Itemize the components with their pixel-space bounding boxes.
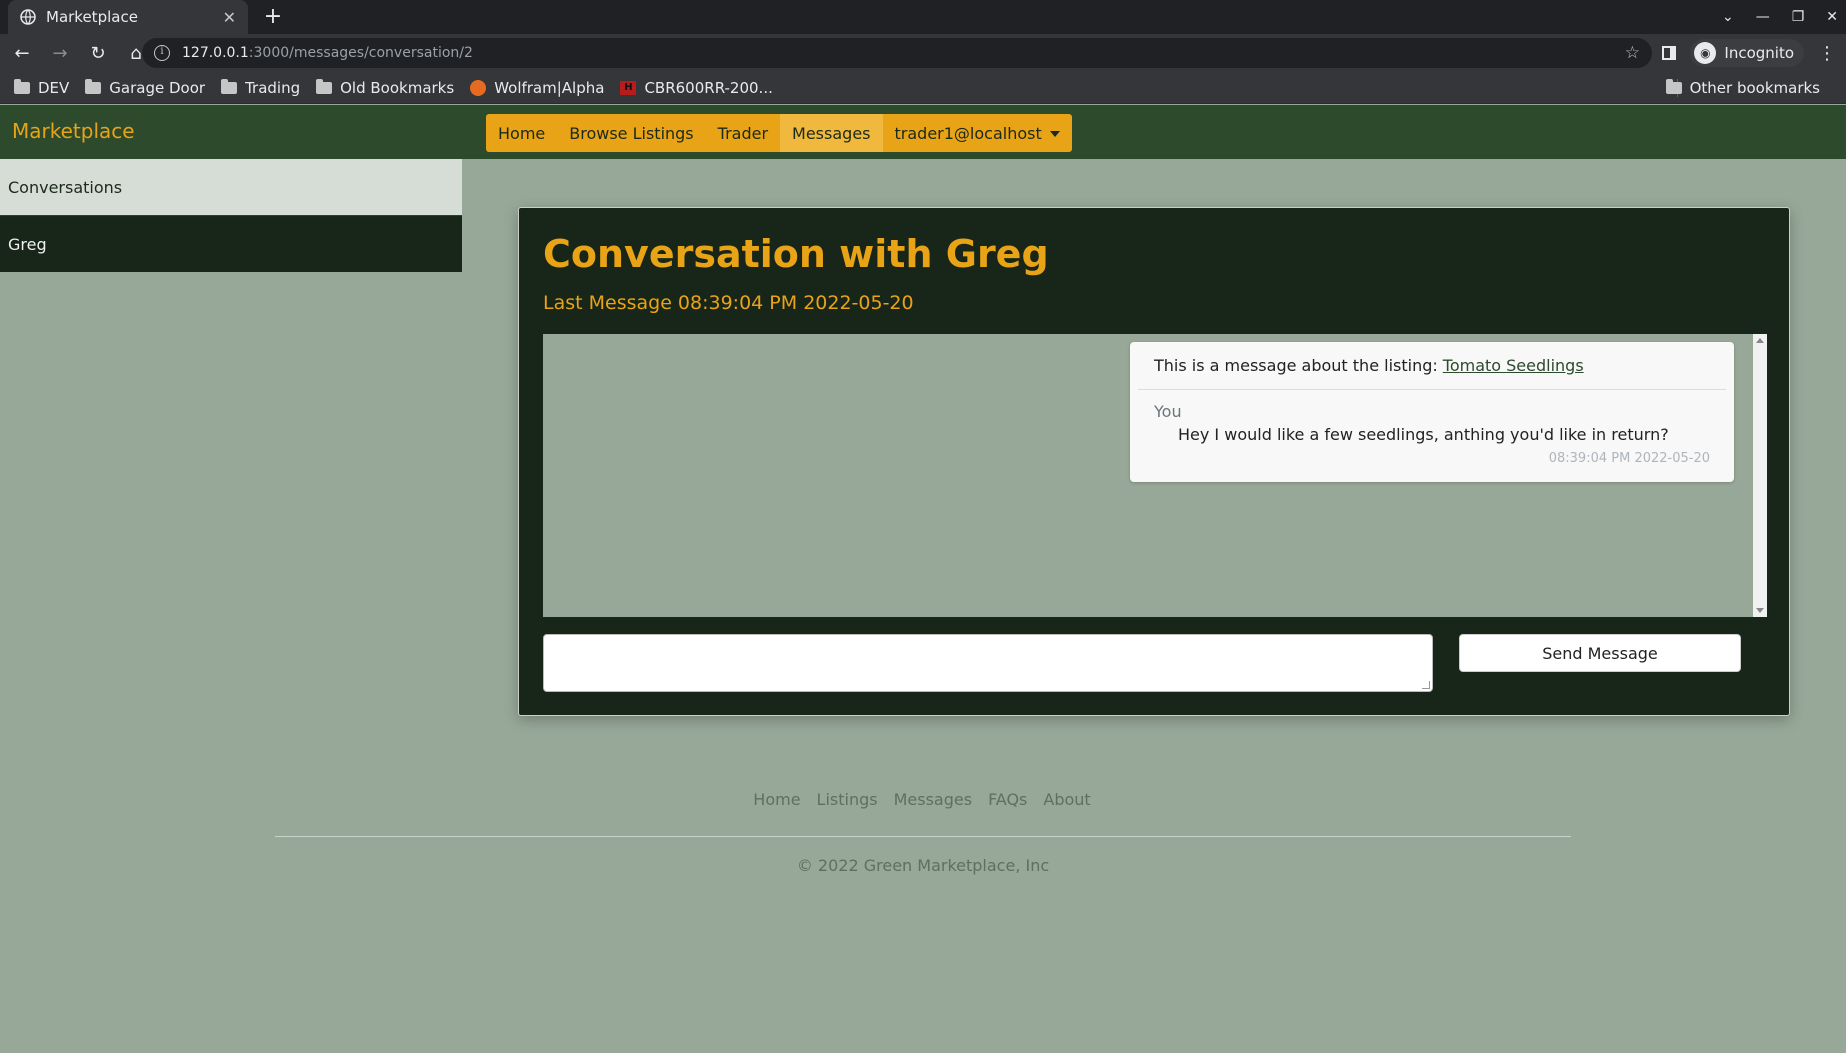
site-navbar: Marketplace Home Browse Listings Trader …: [0, 105, 1846, 159]
side-panel-icon[interactable]: [1662, 46, 1677, 60]
site-info-icon[interactable]: i: [154, 45, 170, 61]
conversation-panel: Conversation with Greg Last Message 08:3…: [518, 207, 1790, 716]
last-message-timestamp: Last Message 08:39:04 PM 2022-05-20: [543, 292, 914, 314]
message-list[interactable]: This is a message about the listing: Tom…: [543, 334, 1767, 617]
bookmark-folder[interactable]: Trading: [221, 78, 301, 97]
bookmark-label: Trading: [245, 78, 301, 97]
bookmark-label: Old Bookmarks: [340, 78, 455, 97]
footer-links: Home Listings Messages FAQs About: [0, 790, 1846, 809]
folder-icon: [221, 78, 238, 94]
bookmarks-bar: DEV Garage Door Trading Old Bookmarks Wo…: [0, 72, 1846, 104]
browser-tab-bar: Marketplace ✕ + ⌄ — ❐ ✕: [0, 0, 1846, 34]
footer-link-home[interactable]: Home: [753, 790, 800, 809]
other-bookmarks[interactable]: Other bookmarks: [1665, 78, 1820, 97]
browser-menu-icon[interactable]: ⋮: [1818, 43, 1836, 64]
browser-tab[interactable]: Marketplace ✕: [8, 0, 248, 34]
incognito-icon: ◉: [1694, 42, 1717, 64]
footer-link-faqs[interactable]: FAQs: [988, 790, 1027, 809]
sidebar-header: Conversations: [0, 159, 462, 215]
footer-link-messages[interactable]: Messages: [894, 790, 972, 809]
account-label: trader1@localhost: [894, 123, 1042, 143]
restore-icon[interactable]: ❐: [1792, 9, 1805, 25]
globe-icon: [20, 9, 36, 25]
bookmark-label: Garage Door: [109, 78, 206, 97]
bookmark-label: Wolfram|Alpha: [494, 78, 605, 97]
message-card: This is a message about the listing: Tom…: [1130, 342, 1734, 482]
message-sender: You: [1154, 402, 1182, 421]
message-listing-header: This is a message about the listing: Tom…: [1138, 342, 1726, 390]
bookmark-link[interactable]: Wolfram|Alpha: [470, 79, 604, 97]
browser-toolbar: ← → ↻ ⌂ i 127.0.0.1:3000/messages/conver…: [0, 34, 1846, 72]
listing-prefix: This is a message about the listing:: [1154, 356, 1438, 375]
listing-link[interactable]: Tomato Seedlings: [1443, 356, 1584, 375]
back-icon[interactable]: ←: [6, 37, 38, 69]
close-tab-icon[interactable]: ✕: [223, 8, 236, 27]
conversations-sidebar: Conversations Greg: [0, 159, 462, 272]
toolbar-right: ◉ Incognito ⋮: [1662, 38, 1836, 68]
message-time: 08:39:04 PM 2022-05-20: [1548, 451, 1710, 466]
tab-search-icon[interactable]: ⌄: [1722, 9, 1734, 25]
bookmark-star-icon[interactable]: ☆: [1625, 43, 1640, 63]
caret-down-icon: [1049, 131, 1060, 137]
sidebar-item-greg[interactable]: Greg: [0, 215, 462, 272]
account-dropdown[interactable]: trader1@localhost: [883, 114, 1072, 152]
nav-messages[interactable]: Messages: [780, 114, 883, 152]
folder-icon: [316, 78, 333, 94]
bookmark-folder[interactable]: DEV: [14, 78, 70, 97]
footer-link-listings[interactable]: Listings: [817, 790, 878, 809]
forward-icon[interactable]: →: [44, 37, 76, 69]
new-tab-icon[interactable]: +: [260, 4, 286, 30]
incognito-label: Incognito: [1724, 44, 1794, 62]
reload-icon[interactable]: ↻: [82, 37, 114, 69]
footer-divider: [275, 836, 1571, 837]
incognito-badge[interactable]: ◉ Incognito: [1690, 39, 1804, 67]
folder-icon: [1665, 78, 1682, 94]
footer-link-about[interactable]: About: [1043, 790, 1090, 809]
folder-icon: [85, 78, 102, 94]
nav-browse-listings[interactable]: Browse Listings: [557, 114, 705, 152]
resize-handle-icon[interactable]: [1422, 681, 1430, 689]
wolfram-icon: [470, 79, 487, 96]
message-scrollbar[interactable]: [1753, 334, 1767, 617]
bookmark-folder[interactable]: Old Bookmarks: [316, 78, 455, 97]
nav-home[interactable]: Home: [486, 114, 557, 152]
nav-trader[interactable]: Trader: [706, 114, 780, 152]
window-controls: ⌄ — ❐ ✕: [1722, 0, 1838, 34]
message-input[interactable]: [543, 634, 1433, 692]
brand-logo[interactable]: Marketplace: [12, 119, 135, 143]
close-window-icon[interactable]: ✕: [1826, 9, 1838, 25]
honda-icon: H: [620, 80, 637, 95]
main-menu: Home Browse Listings Trader Messages tra…: [486, 114, 1072, 152]
tab-title: Marketplace: [46, 8, 138, 26]
url-path: :3000/messages/conversation/2: [248, 45, 473, 61]
other-bookmarks-label: Other bookmarks: [1689, 78, 1820, 97]
copyright: © 2022 Green Marketplace, Inc: [796, 856, 1050, 875]
page-title: Conversation with Greg: [543, 232, 1049, 276]
scroll-down-icon[interactable]: [1756, 608, 1764, 613]
bookmark-link[interactable]: H CBR600RR-200...: [620, 78, 773, 97]
bookmark-label: DEV: [38, 78, 70, 97]
folder-icon: [14, 78, 30, 94]
send-message-button[interactable]: Send Message: [1459, 634, 1741, 672]
url-host: 127.0.0.1: [182, 45, 249, 61]
address-bar[interactable]: i 127.0.0.1:3000/messages/conversation/2…: [142, 38, 1652, 68]
scroll-up-icon[interactable]: [1756, 338, 1764, 343]
bookmark-folder[interactable]: Garage Door: [85, 78, 206, 97]
bookmark-label: CBR600RR-200...: [644, 78, 773, 97]
message-text: Hey I would like a few seedlings, anthin…: [1178, 425, 1669, 444]
minimize-icon[interactable]: —: [1756, 9, 1770, 25]
